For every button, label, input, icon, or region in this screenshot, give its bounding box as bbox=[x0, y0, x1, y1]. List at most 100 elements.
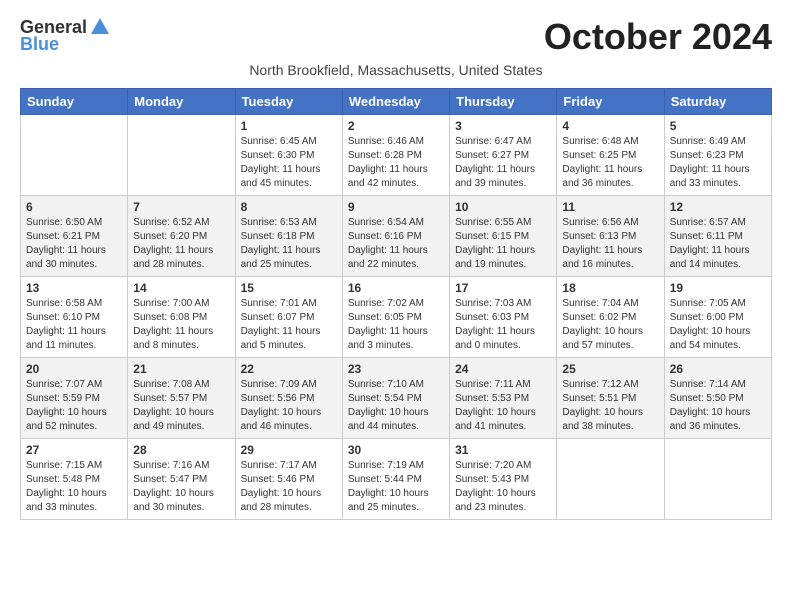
sunset-text: Sunset: 6:03 PM bbox=[455, 312, 529, 323]
day-number: 30 bbox=[348, 443, 444, 457]
daylight-text: Daylight: 10 hours and 33 minutes. bbox=[26, 488, 107, 513]
sunrise-text: Sunrise: 7:05 AM bbox=[670, 298, 746, 309]
daylight-text: Daylight: 11 hours and 0 minutes. bbox=[455, 326, 535, 351]
day-info: Sunrise: 6:46 AMSunset: 6:28 PMDaylight:… bbox=[348, 135, 444, 191]
header-friday: Friday bbox=[557, 89, 664, 115]
daylight-text: Daylight: 11 hours and 33 minutes. bbox=[670, 164, 750, 189]
sunset-text: Sunset: 5:43 PM bbox=[455, 474, 529, 485]
daylight-text: Daylight: 11 hours and 3 minutes. bbox=[348, 326, 428, 351]
sunrise-text: Sunrise: 6:52 AM bbox=[133, 217, 209, 228]
daylight-text: Daylight: 11 hours and 14 minutes. bbox=[670, 245, 750, 270]
header: General Blue October 2024 bbox=[20, 16, 772, 58]
sunset-text: Sunset: 6:27 PM bbox=[455, 150, 529, 161]
cell-w1-d1 bbox=[21, 115, 128, 196]
day-number: 3 bbox=[455, 119, 551, 133]
cell-w4-d4: 23Sunrise: 7:10 AMSunset: 5:54 PMDayligh… bbox=[342, 358, 449, 439]
week-row-5: 27Sunrise: 7:15 AMSunset: 5:48 PMDayligh… bbox=[21, 439, 772, 520]
day-info: Sunrise: 6:48 AMSunset: 6:25 PMDaylight:… bbox=[562, 135, 658, 191]
daylight-text: Daylight: 10 hours and 49 minutes. bbox=[133, 407, 214, 432]
daylight-text: Daylight: 10 hours and 30 minutes. bbox=[133, 488, 214, 513]
month-title: October 2024 bbox=[544, 16, 772, 58]
day-number: 8 bbox=[241, 200, 337, 214]
week-row-2: 6Sunrise: 6:50 AMSunset: 6:21 PMDaylight… bbox=[21, 196, 772, 277]
daylight-text: Daylight: 11 hours and 39 minutes. bbox=[455, 164, 535, 189]
sunset-text: Sunset: 6:16 PM bbox=[348, 231, 422, 242]
cell-w5-d5: 31Sunrise: 7:20 AMSunset: 5:43 PMDayligh… bbox=[450, 439, 557, 520]
cell-w2-d2: 7Sunrise: 6:52 AMSunset: 6:20 PMDaylight… bbox=[128, 196, 235, 277]
daylight-text: Daylight: 11 hours and 8 minutes. bbox=[133, 326, 213, 351]
cell-w5-d1: 27Sunrise: 7:15 AMSunset: 5:48 PMDayligh… bbox=[21, 439, 128, 520]
day-info: Sunrise: 7:16 AMSunset: 5:47 PMDaylight:… bbox=[133, 459, 229, 515]
daylight-text: Daylight: 10 hours and 41 minutes. bbox=[455, 407, 536, 432]
daylight-text: Daylight: 10 hours and 36 minutes. bbox=[670, 407, 751, 432]
day-info: Sunrise: 6:49 AMSunset: 6:23 PMDaylight:… bbox=[670, 135, 766, 191]
header-tuesday: Tuesday bbox=[235, 89, 342, 115]
logo-blue-text: Blue bbox=[20, 34, 59, 55]
day-number: 7 bbox=[133, 200, 229, 214]
sunrise-text: Sunrise: 7:11 AM bbox=[455, 379, 530, 390]
sunrise-text: Sunrise: 7:12 AM bbox=[562, 379, 638, 390]
day-info: Sunrise: 7:14 AMSunset: 5:50 PMDaylight:… bbox=[670, 378, 766, 434]
day-number: 22 bbox=[241, 362, 337, 376]
sunset-text: Sunset: 6:21 PM bbox=[26, 231, 100, 242]
day-info: Sunrise: 7:10 AMSunset: 5:54 PMDaylight:… bbox=[348, 378, 444, 434]
day-info: Sunrise: 7:03 AM Sunset: 6:03 PM Daylight:… bbox=[455, 297, 551, 353]
week-row-4: 20Sunrise: 7:07 AMSunset: 5:59 PMDayligh… bbox=[21, 358, 772, 439]
sunrise-text: Sunrise: 6:58 AM bbox=[26, 298, 102, 309]
cell-w1-d5: 3Sunrise: 6:47 AMSunset: 6:27 PMDaylight… bbox=[450, 115, 557, 196]
day-info: Sunrise: 6:55 AMSunset: 6:15 PMDaylight:… bbox=[455, 216, 551, 272]
calendar-table: Sunday Monday Tuesday Wednesday Thursday… bbox=[20, 88, 772, 520]
header-thursday: Thursday bbox=[450, 89, 557, 115]
sunrise-text: Sunrise: 6:46 AM bbox=[348, 136, 424, 147]
sunset-text: Sunset: 5:56 PM bbox=[241, 393, 315, 404]
day-number: 26 bbox=[670, 362, 766, 376]
sunset-text: Sunset: 6:11 PM bbox=[670, 231, 743, 242]
sunset-text: Sunset: 5:59 PM bbox=[26, 393, 100, 404]
day-number: 16 bbox=[348, 281, 444, 295]
day-info: Sunrise: 7:15 AMSunset: 5:48 PMDaylight:… bbox=[26, 459, 122, 515]
day-number: 15 bbox=[241, 281, 337, 295]
cell-w2-d1: 6Sunrise: 6:50 AMSunset: 6:21 PMDaylight… bbox=[21, 196, 128, 277]
day-number: 5 bbox=[670, 119, 766, 133]
daylight-text: Daylight: 10 hours and 46 minutes. bbox=[241, 407, 322, 432]
cell-w2-d3: 8 Sunrise: 6:53 AMSunset: 6:18 PMDaylight… bbox=[235, 196, 342, 277]
day-info: Sunrise: 6:58 AMSunset: 6:10 PMDaylight:… bbox=[26, 297, 122, 353]
sunrise-text: Sunrise: 6:50 AM bbox=[26, 217, 102, 228]
sunset-text: Sunset: 6:13 PM bbox=[562, 231, 636, 242]
sunset-text: Sunset: 6:18 PM bbox=[241, 231, 315, 242]
daylight-text: Daylight: 11 hours and 45 minutes. bbox=[241, 164, 321, 189]
day-number: 25 bbox=[562, 362, 658, 376]
sunrise-text: Sunrise: 7:10 AM bbox=[348, 379, 424, 390]
day-number: 14 bbox=[133, 281, 229, 295]
sunrise-text: Sunrise: 6:49 AM bbox=[670, 136, 746, 147]
subtitle: North Brookfield, Massachusetts, United … bbox=[20, 62, 772, 78]
cell-w5-d2: 28Sunrise: 7:16 AMSunset: 5:47 PMDayligh… bbox=[128, 439, 235, 520]
sunrise-text: Sunrise: 6:57 AM bbox=[670, 217, 746, 228]
daylight-text: Daylight: 11 hours and 30 minutes. bbox=[26, 245, 106, 270]
day-number: 12 bbox=[670, 200, 766, 214]
day-info: Sunrise: 6:53 AMSunset: 6:18 PMDaylight:… bbox=[241, 216, 337, 272]
cell-w2-d4: 9Sunrise: 6:54 AMSunset: 6:16 PMDaylight… bbox=[342, 196, 449, 277]
sunrise-text: Sunrise: 6:56 AM bbox=[562, 217, 638, 228]
day-number: 1 bbox=[241, 119, 337, 133]
sunset-text: Sunset: 6:20 PM bbox=[133, 231, 207, 242]
cell-w1-d4: 2Sunrise: 6:46 AMSunset: 6:28 PMDaylight… bbox=[342, 115, 449, 196]
daylight-text: Daylight: 10 hours and 52 minutes. bbox=[26, 407, 107, 432]
sunset-text: Sunset: 5:57 PM bbox=[133, 393, 207, 404]
sunrise-text: Sunrise: 7:03 AM bbox=[455, 298, 531, 309]
day-number: 9 bbox=[348, 200, 444, 214]
sunrise-text: Sunrise: 7:16 AM bbox=[133, 460, 209, 471]
day-info: Sunrise: 7:05 AMSunset: 6:00 PMDaylight:… bbox=[670, 297, 766, 353]
day-number: 2 bbox=[348, 119, 444, 133]
logo: General Blue bbox=[20, 16, 111, 55]
daylight-text: Daylight: 10 hours and 57 minutes. bbox=[562, 326, 643, 351]
sunrise-text: Sunrise: 7:07 AM bbox=[26, 379, 102, 390]
page-container: General Blue October 2024 North Brookfie… bbox=[20, 16, 772, 520]
cell-w1-d3: 1Sunrise: 6:45 AMSunset: 6:30 PMDaylight… bbox=[235, 115, 342, 196]
header-monday: Monday bbox=[128, 89, 235, 115]
sunset-text: Sunset: 6:28 PM bbox=[348, 150, 422, 161]
sunrise-text: Sunrise: 7:00 AM bbox=[133, 298, 209, 309]
sunset-text: Sunset: 5:44 PM bbox=[348, 474, 422, 485]
day-number: 24 bbox=[455, 362, 551, 376]
cell-w1-d6: 4Sunrise: 6:48 AMSunset: 6:25 PMDaylight… bbox=[557, 115, 664, 196]
